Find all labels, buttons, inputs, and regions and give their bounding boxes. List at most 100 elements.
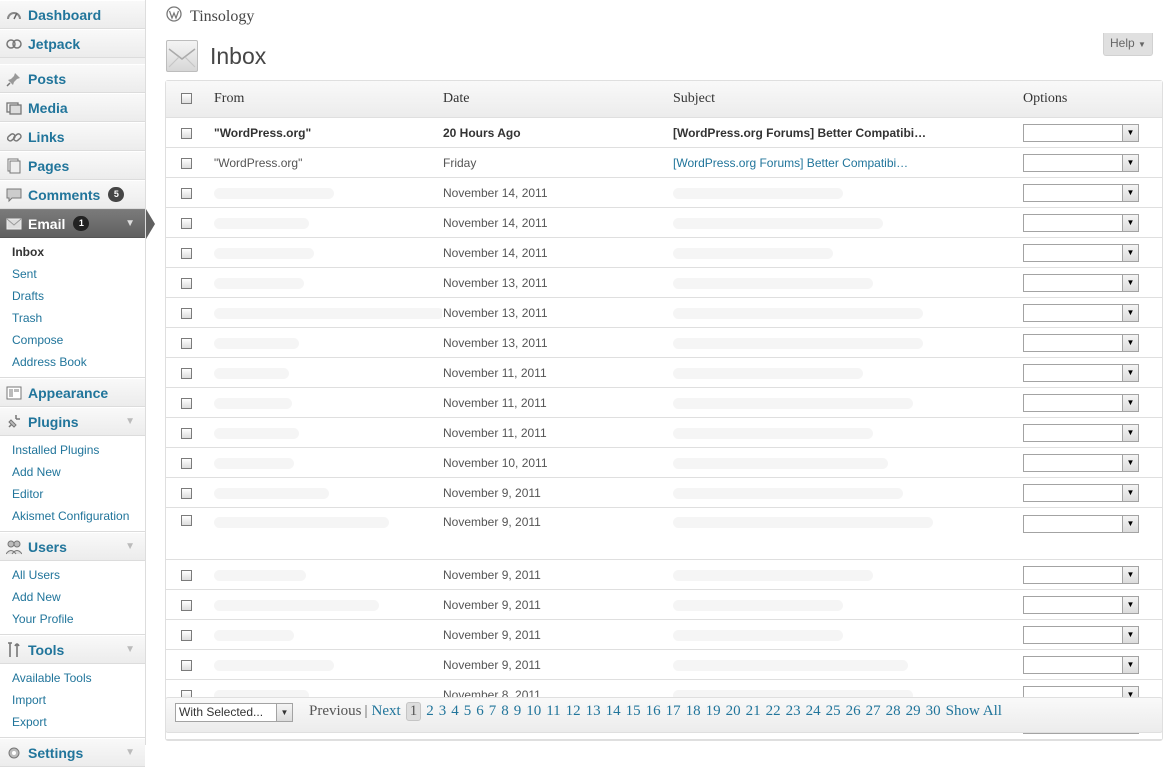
message-subject-link[interactable]	[672, 207, 1022, 238]
message-options-select[interactable]: ▼	[1023, 123, 1139, 142]
message-subject-link[interactable]	[672, 649, 1022, 680]
row-checkbox[interactable]	[180, 247, 192, 259]
table-row[interactable]: "WordPress.org" 20 Hours Ago [WordPress.or…	[166, 117, 1162, 148]
submenu-sent[interactable]: Sent	[0, 263, 145, 285]
message-from[interactable]	[206, 297, 442, 328]
menu-pages[interactable]: Pages	[0, 151, 145, 180]
message-options-select[interactable]: ▼	[1023, 515, 1139, 533]
menu-jetpack[interactable]: Jetpack	[0, 29, 145, 58]
select-all-checkbox[interactable]	[180, 93, 192, 105]
table-row[interactable]: November 9, 2011 ▼	[166, 477, 1162, 508]
pagination-page-link[interactable]: 16	[646, 703, 661, 719]
message-from[interactable]	[206, 619, 442, 650]
row-checkbox[interactable]	[180, 629, 192, 641]
pagination-page-link[interactable]: 7	[489, 703, 497, 719]
message-subject-link[interactable]	[672, 357, 1022, 388]
column-header-subject[interactable]: Subject	[672, 81, 1022, 118]
table-row[interactable]: November 9, 2011 ▼	[166, 589, 1162, 620]
table-row[interactable]: November 14, 2011 ▼	[166, 177, 1162, 208]
pagination-page-link[interactable]: 8	[501, 703, 509, 719]
table-row[interactable]: November 9, 2011 ▼	[166, 649, 1162, 680]
row-checkbox[interactable]	[180, 277, 192, 289]
message-subject-link[interactable]	[672, 417, 1022, 448]
pagination-page-link[interactable]: 23	[786, 703, 801, 719]
submenu-available-tools[interactable]: Available Tools	[0, 667, 145, 689]
pagination-page-link[interactable]: 30	[926, 703, 941, 719]
message-options-select[interactable]: ▼	[1023, 213, 1139, 232]
pagination-page-link[interactable]: 17	[666, 703, 681, 719]
row-checkbox[interactable]	[180, 457, 192, 469]
pagination-page-link[interactable]: 4	[451, 703, 459, 719]
submenu-inbox[interactable]: Inbox	[0, 241, 145, 263]
table-row[interactable]: November 9, 2011 ▼	[166, 507, 1162, 560]
message-options-select[interactable]: ▼	[1023, 565, 1139, 584]
row-checkbox[interactable]	[180, 157, 192, 169]
bulk-action-select[interactable]: With Selected... ▼	[175, 703, 293, 722]
table-row[interactable]: November 11, 2011 ▼	[166, 387, 1162, 418]
triangle-down-icon[interactable]: ▼	[125, 644, 135, 655]
message-options-select[interactable]: ▼	[1023, 655, 1139, 674]
submenu-editor[interactable]: Editor	[0, 483, 145, 505]
table-row[interactable]: November 9, 2011 ▼	[166, 619, 1162, 650]
submenu-add-new-plugin[interactable]: Add New	[0, 461, 145, 483]
message-subject-link[interactable]	[672, 387, 1022, 418]
message-subject-link[interactable]	[672, 267, 1022, 298]
menu-plugins[interactable]: Plugins ▼	[0, 407, 145, 436]
table-row[interactable]: November 11, 2011 ▼	[166, 417, 1162, 448]
pagination-page-link[interactable]: 26	[846, 703, 861, 719]
menu-email[interactable]: Email 1 ▼	[0, 209, 155, 239]
table-row[interactable]: November 11, 2011 ▼	[166, 357, 1162, 388]
submenu-akismet[interactable]: Akismet Configuration	[0, 505, 145, 527]
message-options-select[interactable]: ▼	[1023, 153, 1139, 172]
pagination-page-link[interactable]: 11	[546, 703, 560, 719]
message-from[interactable]	[206, 237, 442, 268]
pagination-page-link[interactable]: 22	[766, 703, 781, 719]
pagination-page-link[interactable]: 14	[606, 703, 621, 719]
message-subject-link[interactable]: [WordPress.org Forums] Better Compatibi…	[672, 117, 1022, 148]
submenu-import[interactable]: Import	[0, 689, 145, 711]
row-checkbox[interactable]	[180, 307, 192, 319]
message-subject-link[interactable]	[672, 327, 1022, 358]
row-checkbox[interactable]	[180, 127, 192, 139]
table-row[interactable]: November 13, 2011 ▼	[166, 327, 1162, 358]
submenu-all-users[interactable]: All Users	[0, 564, 145, 586]
message-options-select[interactable]: ▼	[1023, 183, 1139, 202]
pagination-page-link[interactable]: 24	[806, 703, 821, 719]
pagination-page-link[interactable]: 5	[464, 703, 472, 719]
pagination-page-link[interactable]: 21	[746, 703, 761, 719]
message-options-select[interactable]: ▼	[1023, 393, 1139, 412]
submenu-drafts[interactable]: Drafts	[0, 285, 145, 307]
message-options-select[interactable]: ▼	[1023, 273, 1139, 292]
message-subject-link[interactable]	[672, 507, 1022, 560]
message-from[interactable]	[206, 447, 442, 478]
menu-comments[interactable]: Comments 5	[0, 180, 145, 209]
submenu-address-book[interactable]: Address Book	[0, 351, 145, 373]
pagination-page-link[interactable]: 25	[826, 703, 841, 719]
message-options-select[interactable]: ▼	[1023, 595, 1139, 614]
submenu-your-profile[interactable]: Your Profile	[0, 608, 145, 630]
site-title[interactable]: Tinsology	[166, 6, 254, 27]
row-checkbox[interactable]	[180, 487, 192, 499]
table-row[interactable]: November 14, 2011 ▼	[166, 237, 1162, 268]
column-header-date[interactable]: Date	[442, 81, 672, 118]
message-from[interactable]	[206, 357, 442, 388]
table-row[interactable]: November 14, 2011 ▼	[166, 207, 1162, 238]
menu-media[interactable]: Media	[0, 93, 145, 122]
message-from[interactable]: "WordPress.org"	[206, 117, 442, 148]
message-from[interactable]: "WordPress.org"	[206, 147, 442, 178]
pagination-page-link[interactable]: 12	[566, 703, 581, 719]
menu-tools[interactable]: Tools ▼	[0, 635, 145, 664]
menu-posts[interactable]: Posts	[0, 64, 145, 93]
message-options-select[interactable]: ▼	[1023, 625, 1139, 644]
submenu-add-new-user[interactable]: Add New	[0, 586, 145, 608]
message-from[interactable]	[206, 477, 442, 508]
pagination-page-link[interactable]: 27	[866, 703, 881, 719]
pagination-page-link[interactable]: 18	[686, 703, 701, 719]
row-checkbox[interactable]	[180, 659, 192, 671]
message-subject-link[interactable]	[672, 237, 1022, 268]
message-subject-link[interactable]	[672, 559, 1022, 590]
message-options-select[interactable]: ▼	[1023, 483, 1139, 502]
submenu-compose[interactable]: Compose	[0, 329, 145, 351]
table-row[interactable]: November 10, 2011 ▼	[166, 447, 1162, 478]
pagination-page-link[interactable]: 28	[886, 703, 901, 719]
